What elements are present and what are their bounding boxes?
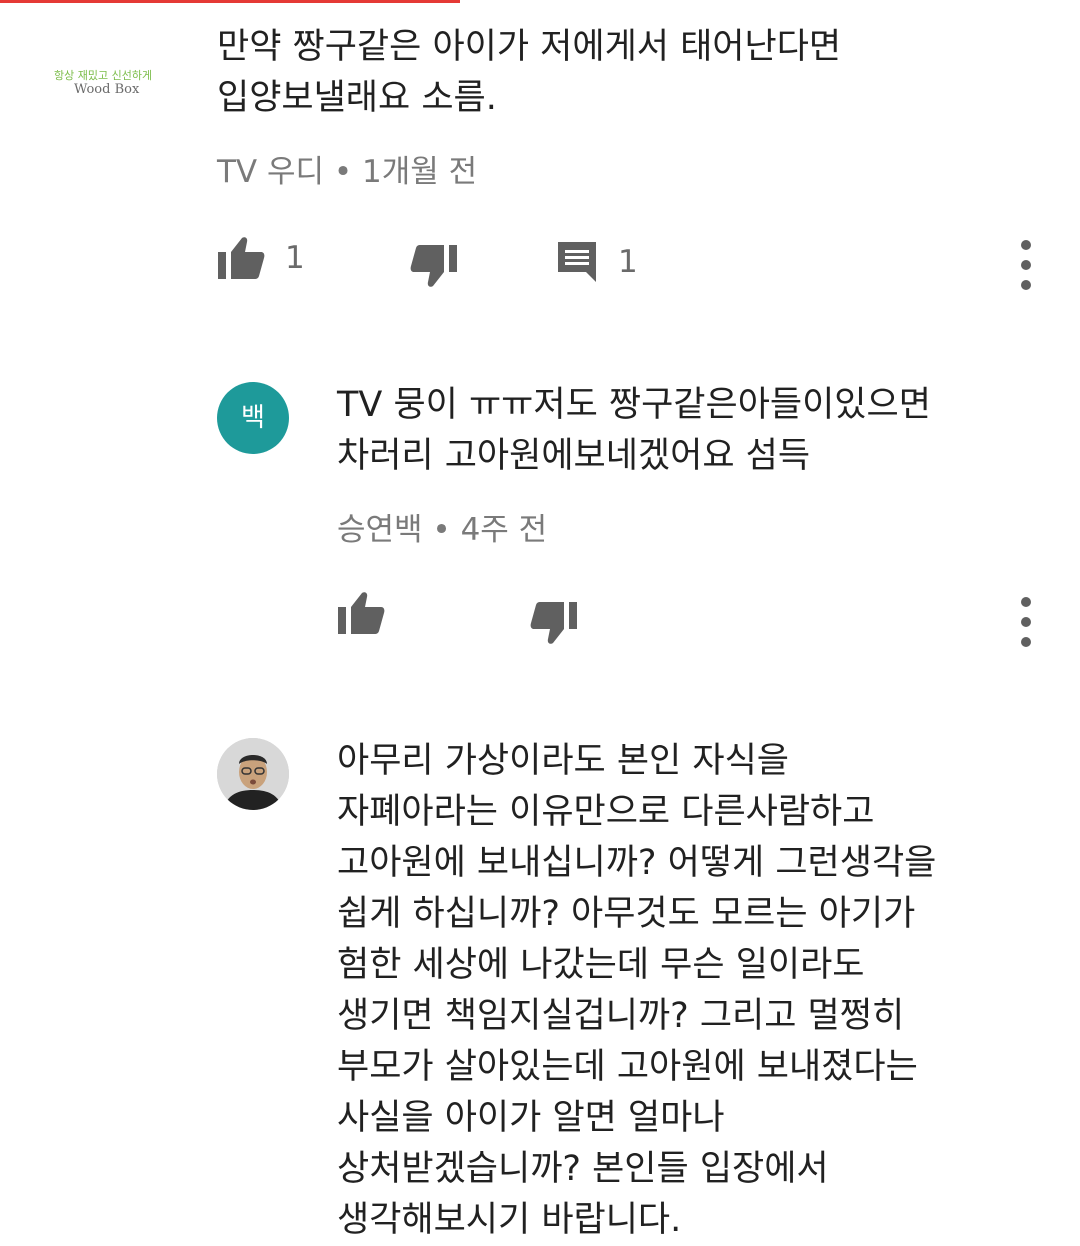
comment-meta: 승연백 • 4주 전 <box>337 504 547 549</box>
comment-meta: TV 우디 • 1개월 전 <box>217 146 477 191</box>
thumb-up-icon <box>338 592 385 634</box>
thumb-down-icon <box>410 245 457 287</box>
reply-comment-icon <box>558 242 596 282</box>
video-progress-bar <box>0 0 460 3</box>
comment-actions: 1 1 <box>0 230 1080 290</box>
thumb-down-icon <box>530 602 577 644</box>
meta-separator: • <box>324 154 363 190</box>
avatar-logo-name: Wood Box <box>74 82 140 97</box>
comment-text: 만약 짱구같은 아이가 저에게서 태어난다면 입양보낼래요 소름. <box>217 27 842 118</box>
reply-count: 1 <box>618 244 638 280</box>
more-options-button[interactable] <box>1014 597 1038 647</box>
comment-time: 1개월 전 <box>362 154 478 190</box>
like-count: 1 <box>285 240 305 276</box>
comment-actions <box>0 587 1080 647</box>
person-photo-icon <box>217 738 289 810</box>
avatar-logo-tagline: 항상 재밌고 신선하게 <box>54 69 153 82</box>
channel-avatar-woodbox[interactable]: 항상 재밌고 신선하게 Wood Box <box>40 45 180 115</box>
user-avatar-letter[interactable]: 백 <box>217 382 289 454</box>
thumb-up-icon <box>218 237 265 279</box>
comment-time: 4주 전 <box>460 512 548 548</box>
meta-separator: • <box>422 512 461 548</box>
dislike-button[interactable] <box>410 244 458 288</box>
more-options-button[interactable] <box>1014 240 1038 290</box>
comment-author[interactable]: TV 우디 <box>217 154 324 190</box>
comment-author[interactable]: 승연백 <box>337 512 423 548</box>
reply-button[interactable]: 1 <box>556 240 638 284</box>
comment-text: 아무리 가상이라도 본인 자식을 자폐아라는 이유만으로 다른사람하고 고아원에… <box>337 741 937 1240</box>
dislike-button[interactable] <box>530 601 578 645</box>
like-button[interactable] <box>337 591 385 635</box>
like-button[interactable]: 1 <box>217 236 305 280</box>
comment-text: TV 뭉이 ㅠㅠ저도 짱구같은아들이있으면 차러리 고아원에보네겠어요 섬득 <box>337 385 931 476</box>
user-avatar-photo[interactable] <box>217 738 289 810</box>
